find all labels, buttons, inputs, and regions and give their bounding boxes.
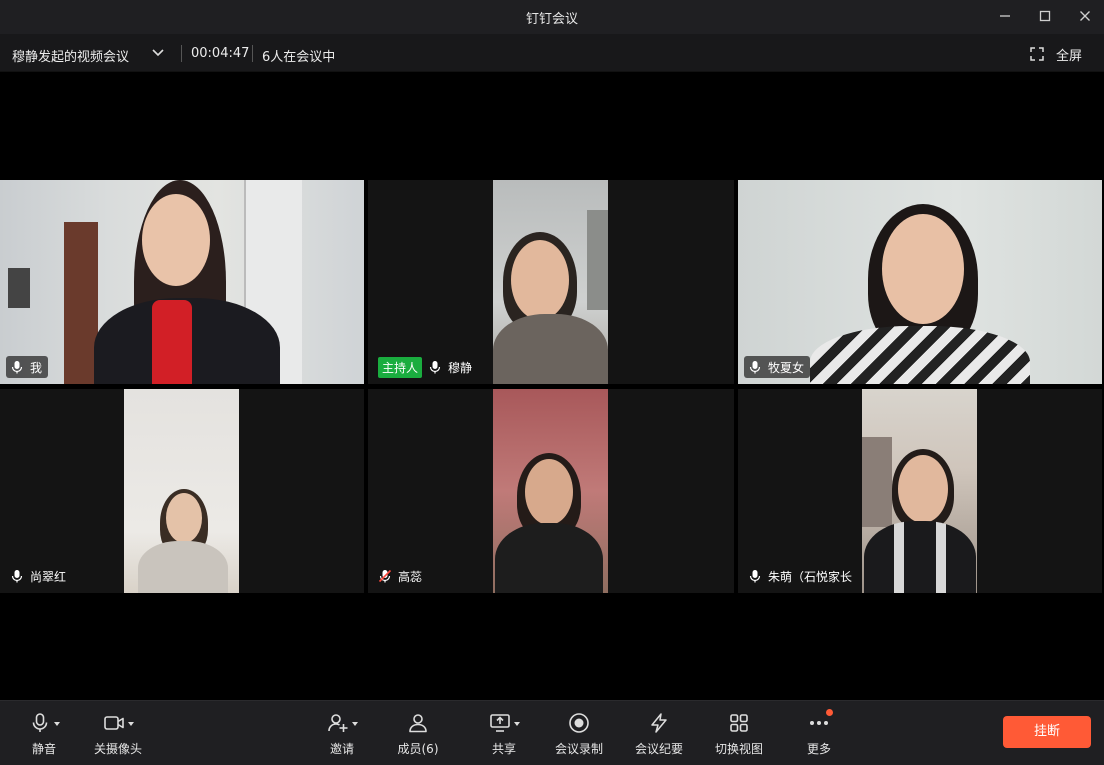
participant-name: 穆静 (448, 360, 473, 375)
video-feed (493, 180, 608, 384)
face (511, 240, 569, 320)
camera-label: 关摄像头 (93, 742, 142, 756)
face (898, 455, 948, 523)
close-icon[interactable] (1073, 5, 1097, 27)
caret-down-icon[interactable] (351, 722, 358, 726)
video-feed (862, 389, 977, 593)
caret-down-icon[interactable] (53, 722, 60, 726)
video-tile-me[interactable]: 我 (0, 180, 364, 384)
striped-top (810, 326, 1030, 384)
camera-icon (103, 716, 124, 730)
mic-icon (11, 570, 23, 583)
tile-label: 朱萌（石悦家长 (744, 565, 858, 587)
members-label: 成员(6) (397, 742, 439, 756)
participant-name: 高蕊 (398, 569, 423, 584)
participant-name: 我 (30, 360, 43, 375)
share-button[interactable]: 共享 (484, 711, 524, 759)
tile-label: 主持人 穆静 (374, 356, 478, 378)
jacket (864, 521, 976, 593)
record-icon (569, 713, 589, 733)
video-tile-gaorui[interactable]: 高蕊 (368, 389, 734, 593)
participant-name: 朱萌（石悦家长 (768, 569, 853, 584)
video-tile-mujing[interactable]: 主持人 穆静 (368, 180, 734, 384)
window-title: 钉钉会议 (525, 12, 578, 27)
members-icon (409, 714, 427, 733)
meeting-timer: 00:04:47 (191, 46, 250, 61)
minutes-label: 会议纪要 (634, 742, 683, 756)
camera-button[interactable]: 关摄像头 (92, 711, 144, 759)
sweater (138, 541, 228, 593)
meeting-toolbar: 静音 关摄像头 邀请 成员(6) 共享 会议录制 会议纪要 切换视图 更多 (0, 700, 1104, 765)
minutes-button[interactable]: 会议纪要 (633, 711, 685, 759)
share-label: 共享 (491, 742, 516, 756)
face (882, 214, 964, 324)
fullscreen-button[interactable]: 全屏 (1030, 44, 1082, 64)
mic-muted-icon (378, 569, 392, 583)
hangup-button[interactable]: 挂断 (1003, 716, 1091, 748)
mic-icon (11, 361, 23, 374)
video-tile-muxianv[interactable]: 牧夏女 (738, 180, 1102, 384)
face (142, 194, 210, 286)
grid-view-icon (730, 714, 748, 732)
fullscreen-icon (1030, 47, 1044, 61)
mic-icon (749, 570, 761, 583)
video-tile-zhumeng[interactable]: 朱萌（石悦家长 (738, 389, 1102, 593)
door (64, 222, 98, 384)
share-screen-icon (489, 714, 510, 732)
divider (181, 45, 182, 62)
record-label: 会议录制 (554, 742, 603, 756)
notification-dot (826, 709, 833, 716)
maximize-icon[interactable] (1033, 5, 1057, 27)
divider (252, 45, 253, 62)
participant-name: 尚翠红 (30, 569, 67, 584)
video-feed (0, 180, 364, 384)
add-person-icon (327, 714, 347, 732)
participant-count: 6人在会议中 (262, 50, 336, 65)
invite-label: 邀请 (329, 742, 354, 756)
mic-icon (429, 361, 441, 374)
caret-down-icon[interactable] (127, 722, 134, 726)
video-feed (124, 389, 239, 593)
jacket (495, 523, 603, 593)
chevron-down-icon[interactable] (150, 45, 166, 61)
face (166, 493, 202, 543)
record-button[interactable]: 会议录制 (553, 711, 605, 759)
meeting-title: 穆静发起的视频会议 (12, 50, 130, 65)
participant-name: 牧夏女 (768, 360, 805, 375)
mute-label: 静音 (31, 742, 56, 756)
video-feed (493, 389, 608, 593)
minutes-icon (651, 713, 667, 733)
tile-label: 牧夏女 (744, 356, 811, 378)
tile-label: 尚翠红 (6, 565, 72, 587)
switch-view-button[interactable]: 切换视图 (713, 711, 765, 759)
video-tile-shangcuihong[interactable]: 尚翠红 (0, 389, 364, 593)
tile-label: 高蕊 (374, 565, 428, 587)
switch-view-label: 切换视图 (714, 742, 763, 756)
tile-label: 我 (6, 356, 49, 378)
invite-button[interactable]: 邀请 (322, 711, 362, 759)
face (525, 459, 573, 525)
members-button[interactable]: 成员(6) (396, 711, 440, 759)
title-bar: 钉钉会议 (0, 0, 1104, 34)
mic-icon (32, 713, 47, 732)
more-button[interactable]: 更多 (802, 709, 836, 759)
mic-icon (749, 361, 761, 374)
shelf (8, 268, 30, 308)
minimize-icon[interactable] (993, 5, 1017, 27)
fullscreen-label: 全屏 (1056, 48, 1083, 64)
host-badge: 主持人 (378, 356, 423, 378)
meeting-info-bar: 穆静发起的视频会议 00:04:47 6人在会议中 全屏 (0, 34, 1104, 72)
more-label: 更多 (806, 742, 831, 756)
sweater (493, 314, 608, 384)
mute-button[interactable]: 静音 (24, 711, 64, 759)
caret-down-icon[interactable] (513, 722, 520, 726)
video-feed (738, 180, 1102, 384)
